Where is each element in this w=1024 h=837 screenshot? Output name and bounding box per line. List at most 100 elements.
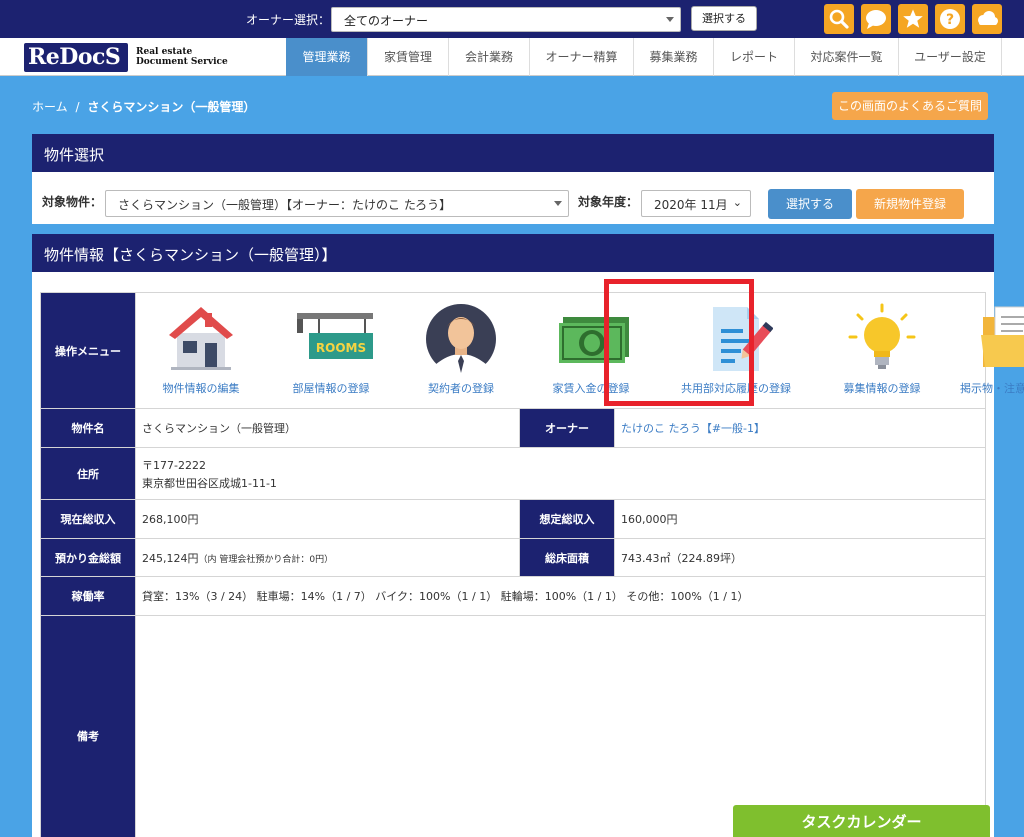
table-row: 預かり金総額 245,124円（内 管理会社預かり合計：0円） 総床面積 743… xyxy=(40,538,986,577)
menu-register-contractor[interactable]: 契約者の登録 xyxy=(396,293,526,409)
menu-label: 操作メニュー xyxy=(40,292,136,409)
menu-output-notices[interactable]: 掲示物・注意文の出力 xyxy=(948,293,1024,409)
help-button[interactable]: ? xyxy=(935,4,965,34)
owner-cell: たけのこ たろう【#一般-1】 xyxy=(614,408,986,448)
new-property-button[interactable]: 新規物件登録 xyxy=(856,189,964,219)
house-icon xyxy=(169,307,233,370)
address-zip: 〒177-2222 xyxy=(142,458,206,472)
chat-button[interactable] xyxy=(861,4,891,34)
menu-label-text: 契約者の登録 xyxy=(428,382,494,395)
address-line: 東京都世田谷区成城1-11-1 xyxy=(142,476,277,490)
breadcrumb-current: さくらマンション（一般管理） xyxy=(87,100,256,114)
deposit-total-label: 預かり金総額 xyxy=(40,538,136,577)
search-button[interactable] xyxy=(824,4,854,34)
lightbulb-icon xyxy=(848,303,916,369)
breadcrumb: ホーム / さくらマンション（一般管理） xyxy=(32,98,255,115)
nav-user-settings[interactable]: ユーザー設定 xyxy=(898,38,1002,76)
property-select-header: 物件選択 xyxy=(32,134,994,172)
star-icon xyxy=(903,9,923,28)
table-row: 稼働率 貸室：13%（3 / 24） 駐車場：14%（1 / 7） バイク：10… xyxy=(40,576,986,616)
menu-register-common-area-history[interactable]: 共用部対応履歴の登録 xyxy=(656,293,816,409)
target-year-select[interactable]: 2020年 11月 ⌄ xyxy=(641,190,751,217)
cloud-button[interactable] xyxy=(972,4,1002,34)
owner-select[interactable]: 全てのオーナー xyxy=(331,7,681,32)
chevron-down-icon: ⌄ xyxy=(732,196,742,209)
breadcrumb-separator: / xyxy=(75,100,80,114)
nav-rent[interactable]: 家賃管理 xyxy=(367,38,448,76)
help-icon: ? xyxy=(940,9,960,29)
faq-button[interactable]: この画面のよくあるご質問 xyxy=(832,92,988,120)
menu-register-recruitment[interactable]: 募集情報の登録 xyxy=(816,293,948,409)
target-property-value: さくらマンション（一般管理）【オーナー：たけのこ たろう】 xyxy=(118,198,452,212)
property-info-header: 物件情報【さくらマンション（一般管理）】 xyxy=(32,234,994,272)
target-property-label: 対象物件： xyxy=(42,195,103,209)
table-row: 備考 xyxy=(40,615,986,837)
table-row: 物件名 さくらマンション（一般管理） オーナー たけのこ たろう【#一般-1】 xyxy=(40,408,986,448)
person-icon xyxy=(426,304,496,375)
folder-icon xyxy=(981,306,1024,367)
expected-income-value: 160,000円 xyxy=(614,499,986,539)
owner-select-label: オーナー選択： xyxy=(246,13,331,27)
property-select-panel: 対象物件： さくらマンション（一般管理）【オーナー：たけのこ たろう】 対象年度… xyxy=(32,172,994,224)
operation-menu: 物件情報の編集 ROOMS 部屋情報の登録 契約者の登録 家賃入金の登録 共用部… xyxy=(135,292,1024,409)
menu-label-text: 共用部対応履歴の登録 xyxy=(681,382,791,395)
cloud-icon xyxy=(978,11,998,25)
current-income-label: 現在総収入 xyxy=(40,499,136,539)
property-info-table: 操作メニュー 物件情報の編集 ROOMS 部屋情報の登録 契約者の登録 家賃入金… xyxy=(40,292,1024,837)
top-bar: オーナー選択： 全てのオーナー 選択する ? xyxy=(0,0,1024,38)
property-name-value: さくらマンション（一般管理） xyxy=(135,408,520,448)
logo-mark: ReDocS xyxy=(24,43,128,72)
current-income-value: 268,100円 xyxy=(135,499,520,539)
menu-register-rent-payment[interactable]: 家賃入金の登録 xyxy=(526,293,656,409)
floor-area-value: 743.43㎡（224.89坪） xyxy=(614,538,986,577)
svg-text:ROOMS: ROOMS xyxy=(316,341,366,355)
owner-label: オーナー xyxy=(519,408,615,448)
owner-link[interactable]: たけのこ たろう【#一般-1】 xyxy=(621,422,765,435)
owner-select-button[interactable]: 選択する xyxy=(691,6,757,31)
menu-edit-property[interactable]: 物件情報の編集 xyxy=(136,293,266,409)
address-value: 〒177-2222 東京都世田谷区成城1-11-1 xyxy=(135,447,986,500)
money-icon xyxy=(559,317,629,363)
table-row: 現在総収入 268,100円 想定総収入 160,000円 xyxy=(40,499,986,539)
menu-label-text: 物件情報の編集 xyxy=(162,382,240,395)
deposit-total-cell: 245,124円（内 管理会社預かり合計：0円） xyxy=(135,538,520,577)
task-calendar-button[interactable]: タスクカレンダー xyxy=(733,805,990,837)
deposit-total-value: 245,124円 xyxy=(142,551,199,565)
target-year-value: 2020年 11月 xyxy=(654,198,728,212)
caret-down-icon xyxy=(666,17,674,22)
menu-label-text: 家賃入金の登録 xyxy=(552,382,630,395)
floor-area-label: 総床面積 xyxy=(519,538,615,577)
rooms-sign-icon: ROOMS xyxy=(297,313,373,359)
target-year-label: 対象年度： xyxy=(578,195,639,209)
occupancy-value: 貸室：13%（3 / 24） 駐車場：14%（1 / 7） バイク：100%（1… xyxy=(135,576,986,616)
nav-management[interactable]: 管理業務 xyxy=(286,38,367,76)
nav-owner-settlement[interactable]: オーナー精算 xyxy=(529,38,633,76)
expected-income-label: 想定総収入 xyxy=(519,499,615,539)
menu-label-text: 掲示物・注意文の出力 xyxy=(960,382,1024,395)
search-icon xyxy=(829,9,849,29)
property-select-button[interactable]: 選択する xyxy=(768,189,852,219)
address-label: 住所 xyxy=(40,447,136,500)
occupancy-label: 稼働率 xyxy=(40,576,136,616)
menu-label-text: 募集情報の登録 xyxy=(843,382,921,395)
document-pen-icon xyxy=(713,307,773,371)
chat-icon xyxy=(866,10,886,29)
menu-label-text: 部屋情報の登録 xyxy=(292,382,370,395)
nav-cases[interactable]: 対応案件一覧 xyxy=(794,38,898,76)
nav-recruitment[interactable]: 募集業務 xyxy=(633,38,713,76)
breadcrumb-home[interactable]: ホーム xyxy=(32,100,68,114)
logo-subtitle: Real estate Document Service xyxy=(136,47,228,67)
notes-value xyxy=(135,615,986,837)
nav-report[interactable]: レポート xyxy=(713,38,794,76)
property-name-label: 物件名 xyxy=(40,408,136,448)
menu-row: 操作メニュー 物件情報の編集 ROOMS 部屋情報の登録 契約者の登録 家賃入金… xyxy=(40,292,1024,409)
svg-text:?: ? xyxy=(946,12,954,28)
table-row: 住所 〒177-2222 東京都世田谷区成城1-11-1 xyxy=(40,447,986,500)
menu-register-rooms[interactable]: ROOMS 部屋情報の登録 xyxy=(266,293,396,409)
main-nav: ReDocS Real estate Document Service 管理業務… xyxy=(0,38,1024,76)
caret-down-icon xyxy=(554,201,562,206)
target-property-select[interactable]: さくらマンション（一般管理）【オーナー：たけのこ たろう】 xyxy=(105,190,569,217)
nav-accounting[interactable]: 会計業務 xyxy=(448,38,529,76)
notes-label: 備考 xyxy=(40,615,136,837)
favorite-button[interactable] xyxy=(898,4,928,34)
